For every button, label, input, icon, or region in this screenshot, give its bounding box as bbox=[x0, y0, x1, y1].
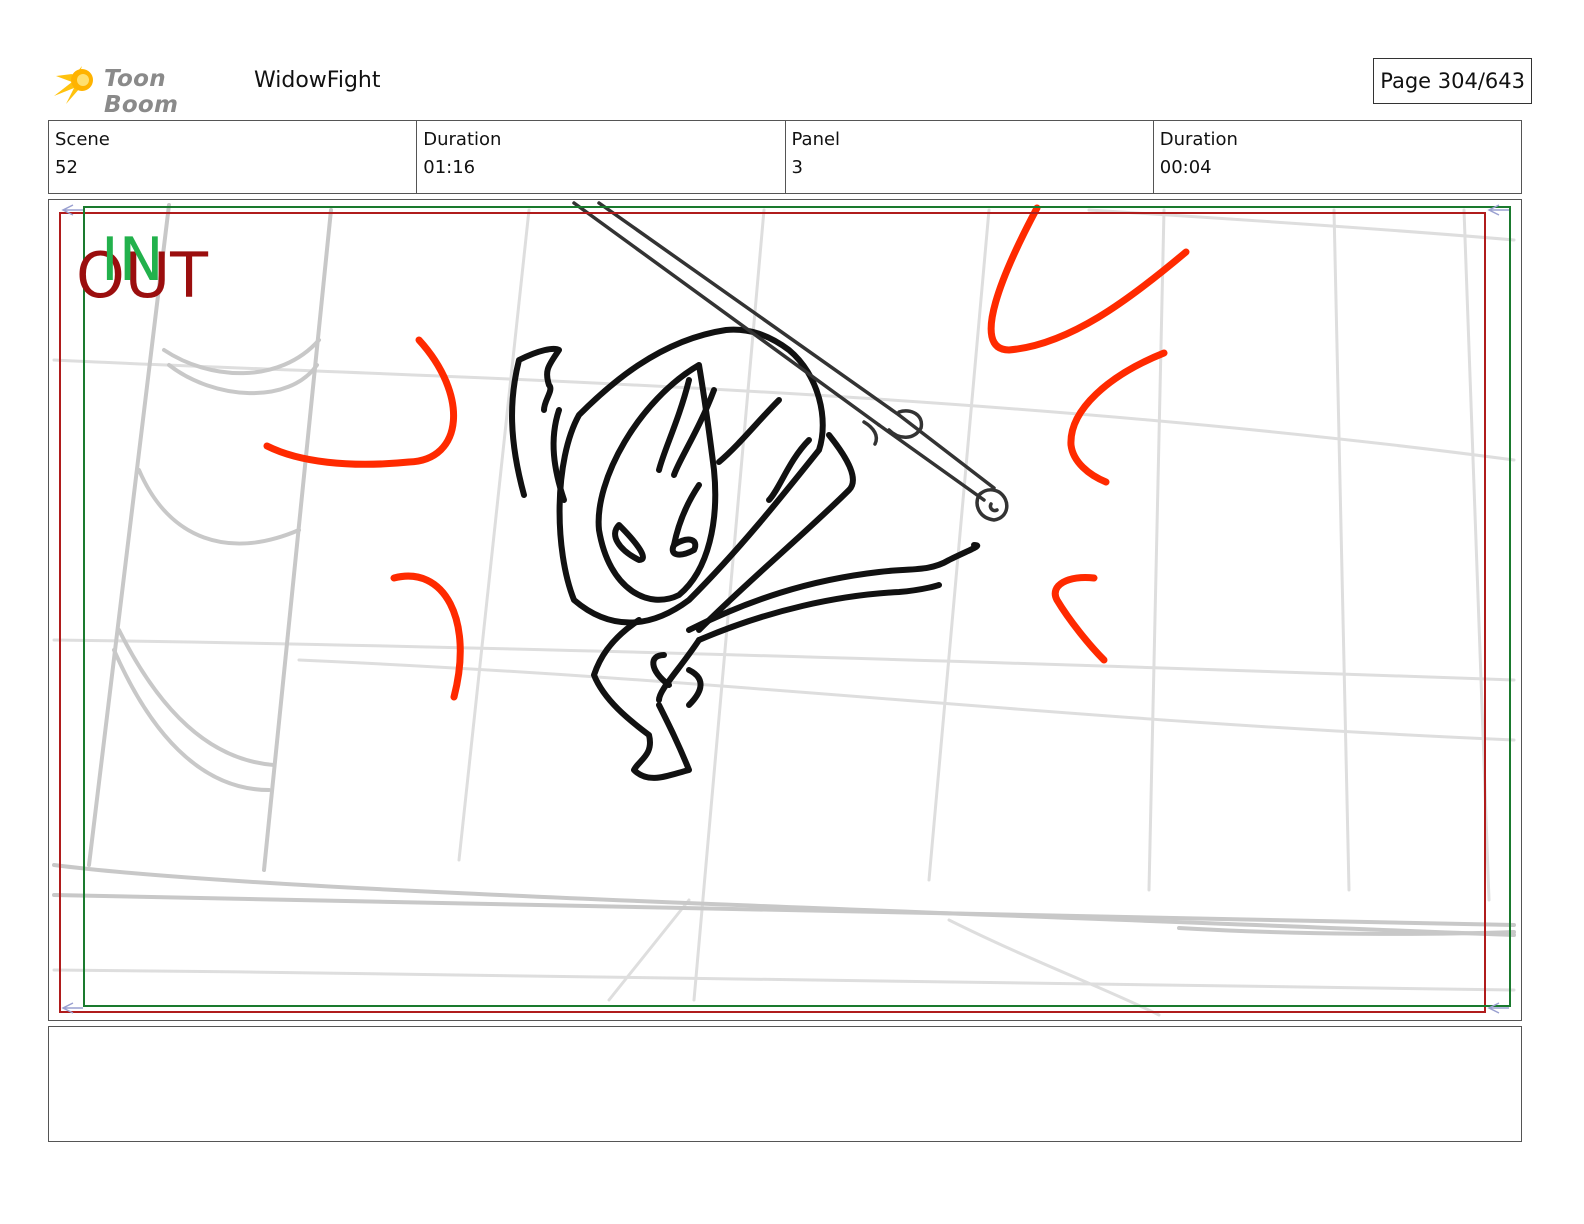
frame-corner-arrow bbox=[1487, 1002, 1509, 1014]
panel-duration-label: Duration bbox=[1159, 129, 1238, 150]
toon-boom-logo-icon bbox=[54, 60, 93, 104]
page-header: Toon Boom WidowFight Page 304/643 bbox=[52, 56, 1532, 118]
scene-label: Scene bbox=[55, 129, 110, 150]
panel-notes-box bbox=[48, 1026, 1522, 1142]
scene-duration-cell: Duration 01:16 bbox=[417, 121, 786, 193]
panel-duration-value: 00:04 bbox=[1159, 157, 1212, 178]
page-number: Page 304/643 bbox=[1380, 69, 1525, 93]
pillar-sketch bbox=[52, 203, 1516, 937]
toon-boom-logo: Toon Boom bbox=[52, 56, 242, 118]
panel-sketch bbox=[52, 201, 1516, 1017]
panel-label: Panel bbox=[791, 129, 841, 150]
scene-cell: Scene 52 bbox=[49, 121, 418, 193]
scene-duration-value: 01:16 bbox=[423, 157, 476, 178]
project-name: WidowFight bbox=[254, 68, 381, 93]
panel-duration-cell: Duration 00:04 bbox=[1154, 121, 1521, 193]
in-marker: IN bbox=[101, 225, 164, 295]
panel-info-table: Scene 52 Duration 01:16 Panel 3 Duration… bbox=[48, 120, 1522, 194]
page-number-box: Page 304/643 bbox=[1373, 58, 1532, 104]
scene-duration-label: Duration bbox=[423, 129, 502, 150]
storyboard-panel-image: OUT IN bbox=[48, 199, 1522, 1021]
panel-value: 3 bbox=[791, 157, 803, 178]
panel-cell: Panel 3 bbox=[786, 121, 1154, 193]
logo-text: Toon Boom bbox=[104, 66, 179, 118]
character-sketch bbox=[509, 326, 981, 781]
scene-value: 52 bbox=[55, 157, 78, 178]
